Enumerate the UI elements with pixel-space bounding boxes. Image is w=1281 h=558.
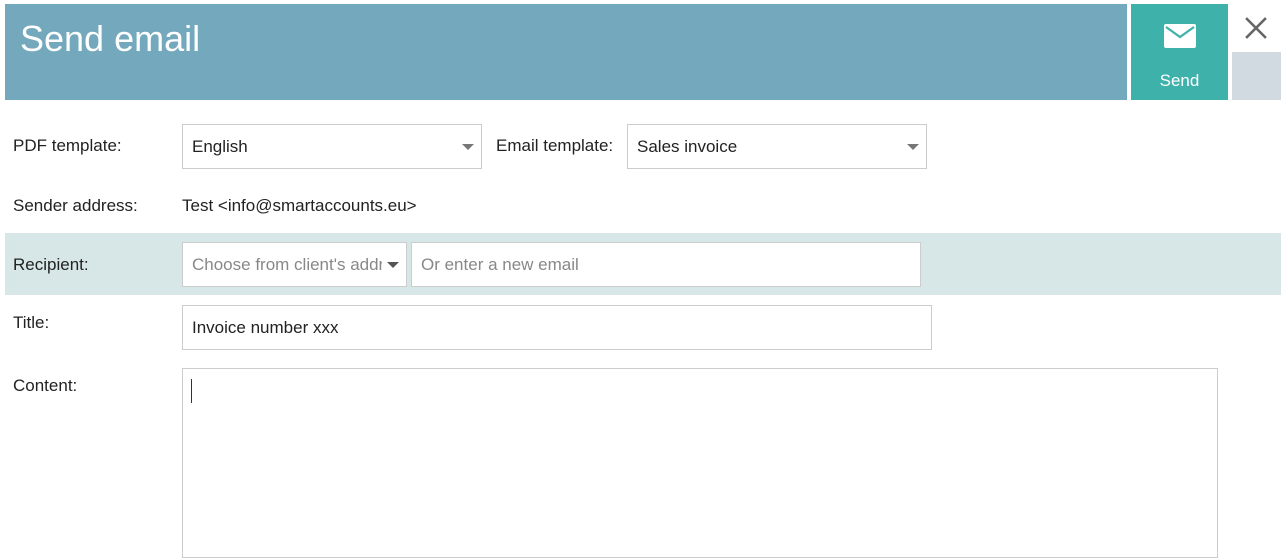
dialog-title: Send email: [20, 18, 201, 59]
send-button-label: Send: [1159, 71, 1200, 90]
close-icon: [1245, 17, 1267, 39]
text-cursor: [191, 379, 192, 403]
header-side-panel: [1232, 52, 1281, 100]
recipient-select-placeholder: Choose from client's addresses: [192, 255, 382, 274]
pdf-template-value: English: [192, 137, 248, 156]
email-template-value: Sales invoice: [637, 137, 738, 156]
email-template-select[interactable]: Sales invoice: [627, 124, 927, 169]
close-button[interactable]: [1232, 4, 1281, 52]
chevron-down-icon: [387, 262, 399, 268]
content-label: Content:: [13, 376, 78, 395]
envelope-icon: [1164, 24, 1196, 48]
pdf-template-label: PDF template:: [13, 136, 122, 155]
recipient-email-input[interactable]: [411, 242, 921, 287]
content-textarea[interactable]: [182, 368, 1218, 558]
pdf-template-select[interactable]: English: [182, 124, 482, 169]
chevron-down-icon: [907, 144, 919, 150]
chevron-down-icon: [462, 144, 474, 150]
email-template-label: Email template:: [496, 136, 614, 155]
dialog-header: Send email: [5, 4, 1127, 100]
title-label: Title:: [13, 313, 50, 332]
sender-address-value: Test <info@smartaccounts.eu>: [182, 196, 417, 215]
recipient-address-select[interactable]: Choose from client's addresses: [182, 242, 407, 287]
title-input[interactable]: [182, 305, 932, 350]
sender-address-label: Sender address:: [13, 196, 138, 215]
send-button[interactable]: Send: [1131, 4, 1228, 100]
recipient-label: Recipient:: [13, 255, 89, 274]
